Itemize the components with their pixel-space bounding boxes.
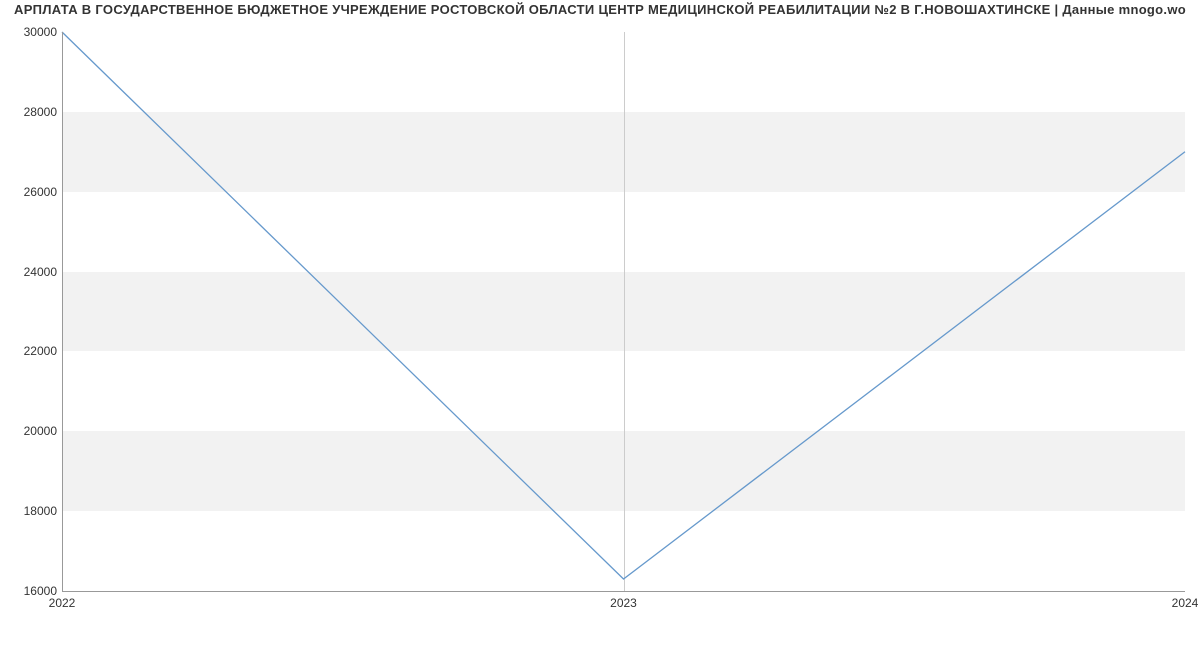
chart-line-series — [62, 32, 1185, 591]
chart-plot-area — [62, 32, 1185, 591]
y-tick-label: 18000 — [7, 504, 57, 518]
x-axis-line — [62, 591, 1185, 592]
y-axis-line — [62, 32, 63, 591]
y-tick-label: 26000 — [7, 185, 57, 199]
y-tick-label: 24000 — [7, 265, 57, 279]
y-tick-label: 22000 — [7, 344, 57, 358]
y-tick-label: 30000 — [7, 25, 57, 39]
chart-title: АРПЛАТА В ГОСУДАРСТВЕННОЕ БЮДЖЕТНОЕ УЧРЕ… — [0, 2, 1200, 17]
x-tick-label: 2022 — [49, 596, 76, 610]
x-tick-label: 2024 — [1172, 596, 1199, 610]
y-tick-label: 28000 — [7, 105, 57, 119]
x-tick-label: 2023 — [610, 596, 637, 610]
y-tick-label: 20000 — [7, 424, 57, 438]
